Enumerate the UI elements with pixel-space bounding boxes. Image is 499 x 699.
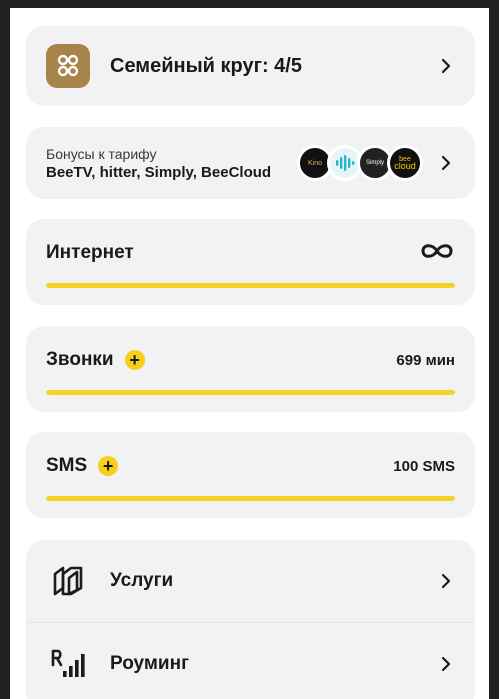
menu-item-roaming[interactable]: Роуминг [26, 622, 475, 699]
internet-progress-bar [46, 283, 455, 288]
bonus-text: Бонусы к тарифу BeeTV, hitter, Simply, B… [46, 145, 297, 182]
bonus-label: Бонусы к тарифу [46, 145, 157, 162]
bonus-names: BeeTV, hitter, Simply, BeeCloud [46, 163, 272, 181]
beecloud-icon: bee cloud [387, 145, 423, 181]
menu-item-services-label: Услуги [110, 570, 174, 591]
chevron-right-icon [439, 152, 453, 174]
calls-value: 699 мин [396, 351, 455, 369]
sms-title-group: SMS + [46, 455, 119, 477]
calls-package-card[interactable]: Звонки + 699 мин [26, 326, 475, 412]
bonus-icons: Kino Simply bee cloud [297, 145, 423, 181]
internet-progress-fill [46, 283, 455, 288]
app-screen: Семейный круг: 4/5 Бонусы к тарифу BeeTV… [10, 8, 489, 699]
sms-progress-bar [46, 496, 455, 501]
family-circle-title: Семейный круг: 4/5 [110, 54, 302, 77]
family-circle-card[interactable]: Семейный круг: 4/5 [26, 26, 475, 106]
infinity-icon [419, 242, 455, 265]
sms-value: 100 SMS [393, 457, 455, 475]
internet-package-card[interactable]: Интернет [26, 219, 475, 305]
menu-item-roaming-label: Роуминг [110, 652, 189, 674]
family-circle-icon [46, 44, 90, 88]
tariff-bonuses-card[interactable]: Бонусы к тарифу BeeTV, hitter, Simply, B… [26, 127, 475, 199]
sms-title: SMS [46, 455, 88, 476]
chevron-right-icon [439, 55, 453, 77]
menu-card: Услуги Роуминг [26, 540, 475, 699]
beecloud-icon-text-bottom: cloud [394, 161, 416, 171]
calls-progress-bar [46, 390, 455, 395]
menu-item-services[interactable]: Услуги [26, 540, 475, 622]
simply-icon-text: Simply [365, 160, 384, 166]
add-calls-button[interactable]: + [124, 350, 145, 370]
internet-title: Интернет [46, 242, 134, 263]
services-icon [48, 561, 88, 601]
kino-icon-text: Kino [307, 159, 322, 167]
add-sms-button[interactable]: + [98, 456, 119, 476]
chevron-right-icon [439, 653, 453, 675]
sms-package-card[interactable]: SMS + 100 SMS [26, 432, 475, 518]
chevron-right-icon [439, 570, 453, 592]
calls-title: Звонки [46, 349, 114, 370]
sms-progress-fill [46, 496, 455, 501]
roaming-icon [48, 644, 88, 684]
calls-progress-fill [46, 390, 455, 395]
calls-title-group: Звонки + [46, 349, 145, 371]
